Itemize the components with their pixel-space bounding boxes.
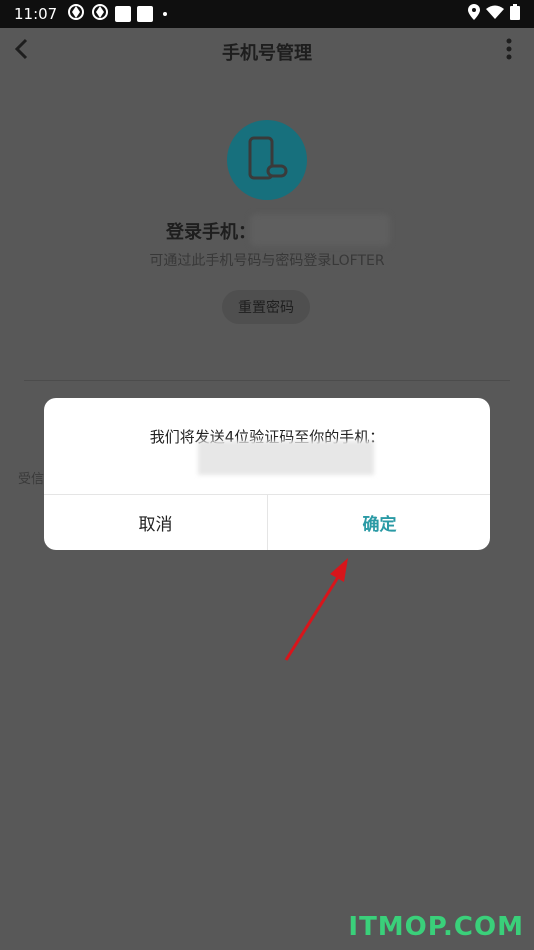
more-options-icon[interactable] <box>506 38 512 66</box>
cancel-button[interactable]: 取消 <box>44 495 267 550</box>
login-hint-text: 可通过此手机号码与密码登录LOFTER <box>149 253 385 269</box>
location-icon <box>468 4 480 24</box>
pointer-arrow-icon <box>284 558 348 661</box>
notification-icon-1 <box>67 3 85 25</box>
section-divider <box>24 380 510 381</box>
masked-phone-in-dialog <box>198 441 374 475</box>
more-notifications-icon <box>163 12 168 16</box>
phone-link-icon <box>227 120 307 200</box>
login-phone-label: 登录手机： <box>166 222 256 243</box>
notification-icon-2 <box>91 3 109 25</box>
status-bar: 11:07 <box>0 0 534 28</box>
watermark-logo: ITMOP.COM <box>348 912 524 942</box>
reset-password-button[interactable]: 重置密码 <box>222 290 310 324</box>
masked-phone-number <box>250 214 390 246</box>
trusted-device-label: 受信 <box>18 472 45 487</box>
battery-icon <box>510 4 520 24</box>
notification-icon-3 <box>115 6 132 22</box>
app-bar: 手机号管理 <box>0 28 534 76</box>
page-title: 手机号管理 <box>222 43 312 64</box>
wifi-icon <box>486 5 504 23</box>
status-time: 11:07 <box>14 5 58 23</box>
verification-dialog: 我们将发送4位验证码至你的手机： 取消 确定 <box>44 398 490 550</box>
confirm-button[interactable]: 确定 <box>268 495 490 550</box>
notification-icon-4 <box>137 6 154 22</box>
back-icon[interactable] <box>14 38 28 66</box>
